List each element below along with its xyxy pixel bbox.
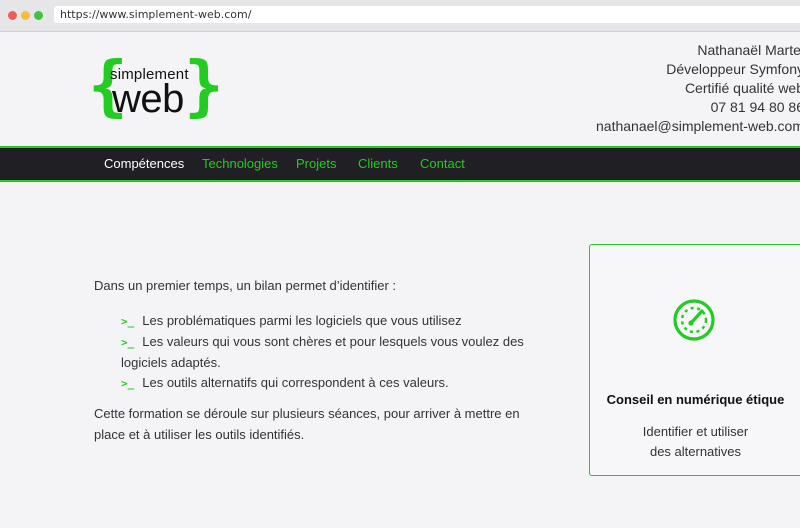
nav-item-contact[interactable]: Contact — [420, 156, 465, 171]
card-desc-line-1: Identifier et utiliser — [642, 424, 749, 439]
nav-item-competences[interactable]: Compétences — [104, 156, 184, 171]
card-description: Identifier et utiliser des alternatives — [590, 422, 800, 462]
intro-text: Dans un premier temps, un bilan permet d… — [94, 278, 397, 293]
contact-role: Développeur Symfony — [666, 61, 800, 77]
main-nav: Compétences Technologies Projets Clients… — [0, 146, 800, 182]
contact-name: Nathanaël Martel — [697, 42, 800, 58]
list-item: >_ Les valeurs qui vous sont chères et po… — [121, 332, 531, 373]
contact-certification: Certifié qualité web — [684, 80, 800, 96]
nav-item-technologies[interactable]: Technologies — [202, 156, 278, 171]
gauge-icon — [673, 299, 715, 341]
close-window-icon[interactable] — [8, 11, 17, 20]
bullet-list: >_ Les problématiques parmi les logiciels… — [121, 311, 531, 394]
site-logo[interactable]: { simplement web } — [88, 49, 224, 127]
minimize-window-icon[interactable] — [21, 11, 30, 20]
list-item-text: Les valeurs qui vous sont chères et pour… — [121, 334, 524, 370]
logo-big-text: web — [112, 77, 184, 121]
logo-brace-right: } — [184, 47, 224, 124]
address-bar[interactable]: https://www.simplement-web.com/ — [54, 6, 800, 23]
site-header: { simplement web } Nathanaël Martel Déve… — [0, 33, 800, 146]
terminal-prompt-icon: >_ — [121, 336, 135, 349]
nav-item-projets[interactable]: Projets — [296, 156, 336, 171]
terminal-prompt-icon: >_ — [121, 377, 135, 390]
terminal-prompt-icon: >_ — [121, 315, 135, 328]
maximize-window-icon[interactable] — [34, 11, 43, 20]
browser-chrome: https://www.simplement-web.com/ — [0, 0, 800, 32]
contact-info: Nathanaël Martel Développeur Symfony Cer… — [596, 41, 800, 136]
list-item: >_ Les outils alternatifs qui corresponde… — [121, 373, 531, 394]
card-desc-line-2: des alternatives — [649, 444, 742, 459]
contact-phone[interactable]: 07 81 94 80 86 — [596, 98, 800, 117]
card-title: Conseil en numérique étique — [606, 392, 785, 407]
outro-text: Cette formation se déroule sur plusieurs… — [94, 406, 520, 442]
nav-item-clients[interactable]: Clients — [358, 156, 398, 171]
contact-email[interactable]: nathanael@simplement-web.com — [596, 117, 800, 136]
list-item-text: Les outils alternatifs qui correspondent… — [142, 375, 449, 390]
service-card[interactable]: Conseil en numérique étique Identifier e… — [589, 244, 800, 476]
list-item: >_ Les problématiques parmi les logiciels… — [121, 311, 531, 332]
list-item-text: Les problématiques parmi les logiciels q… — [142, 313, 462, 328]
